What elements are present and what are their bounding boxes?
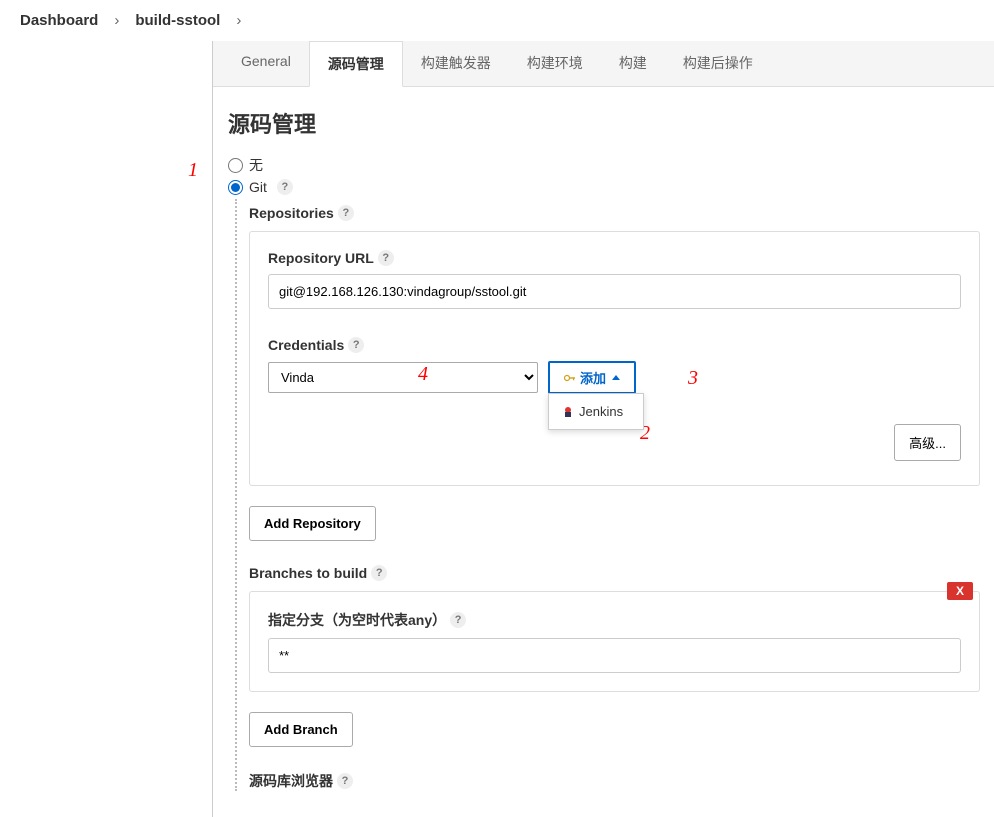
help-icon[interactable]: ?: [378, 250, 394, 266]
radio-none[interactable]: [228, 158, 243, 173]
add-branch-button[interactable]: Add Branch: [249, 712, 353, 747]
breadcrumb-job[interactable]: build-sstool: [135, 12, 220, 29]
help-icon[interactable]: ?: [348, 337, 364, 353]
credentials-select[interactable]: Vinda: [268, 362, 538, 393]
credentials-dropdown: Jenkins: [548, 393, 644, 430]
breadcrumb: Dashboard › build-sstool ›: [0, 0, 994, 41]
repository-box: Repository URL ? 2 Credentials ? Vinda: [249, 231, 980, 486]
advanced-button[interactable]: 高级...: [894, 424, 961, 461]
key-icon: [564, 374, 576, 382]
help-icon[interactable]: ?: [277, 179, 293, 195]
help-icon[interactable]: ?: [450, 612, 466, 628]
tab-build[interactable]: 构建: [601, 41, 665, 86]
repo-url-label: Repository URL ?: [268, 250, 961, 266]
dropdown-item-jenkins[interactable]: Jenkins: [549, 400, 643, 423]
tab-triggers[interactable]: 构建触发器: [403, 41, 509, 86]
tab-scm[interactable]: 源码管理: [309, 41, 403, 87]
breadcrumb-dashboard[interactable]: Dashboard: [20, 12, 98, 29]
branches-label: Branches to build ?: [249, 565, 980, 581]
jenkins-icon: [561, 405, 575, 419]
credentials-label: Credentials ?: [268, 337, 961, 353]
branch-spec-input[interactable]: [268, 638, 961, 673]
chevron-right-icon: ›: [236, 12, 241, 29]
radio-git[interactable]: [228, 180, 243, 195]
chevron-right-icon: ›: [114, 12, 119, 29]
tab-env[interactable]: 构建环境: [509, 41, 601, 86]
tab-post[interactable]: 构建后操作: [665, 41, 771, 86]
radio-none-label: 无: [249, 155, 263, 175]
repo-url-input[interactable]: [268, 274, 961, 309]
sidebar: 1: [0, 41, 212, 817]
section-title: 源码管理: [223, 107, 980, 139]
delete-branch-button[interactable]: X: [947, 582, 973, 600]
help-icon[interactable]: ?: [371, 565, 387, 581]
radio-git-label: Git: [249, 179, 267, 195]
add-credentials-button[interactable]: 添加: [548, 361, 636, 394]
repositories-label: Repositories ?: [249, 205, 980, 221]
tabs: General 源码管理 构建触发器 构建环境 构建 构建后操作: [213, 41, 994, 87]
branch-spec-label: 指定分支（为空时代表any） ?: [268, 610, 961, 630]
branch-box: X 指定分支（为空时代表any） ?: [249, 591, 980, 692]
tab-general[interactable]: General: [223, 41, 309, 86]
add-repository-button[interactable]: Add Repository: [249, 506, 376, 541]
caret-up-icon: [612, 375, 620, 380]
annotation-1: 1: [188, 159, 198, 182]
main-panel: General 源码管理 构建触发器 构建环境 构建 构建后操作 源码管理 无 …: [212, 41, 994, 817]
help-icon[interactable]: ?: [338, 205, 354, 221]
annotation-3: 3: [688, 367, 698, 390]
repo-browser-label: 源码库浏览器 ?: [249, 771, 980, 791]
